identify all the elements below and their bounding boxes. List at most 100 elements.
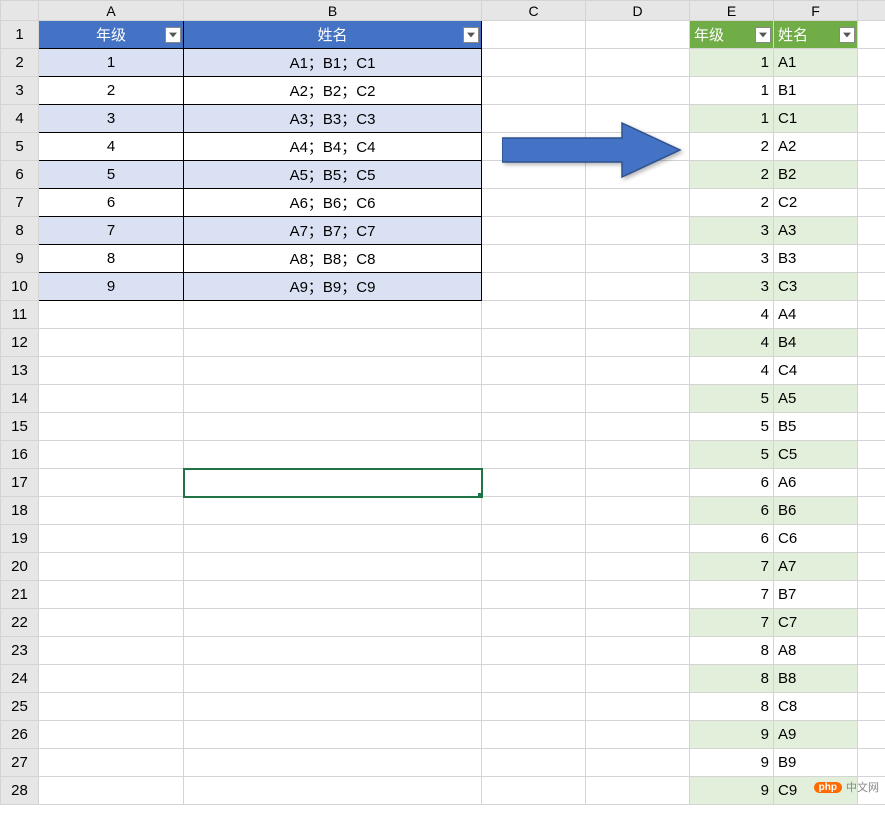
cell-B5[interactable]: A4；B4；C4 <box>184 133 482 161</box>
cell-C10[interactable] <box>482 273 586 301</box>
cell-B10[interactable]: A9；B9；C9 <box>184 273 482 301</box>
cell-D16[interactable] <box>586 441 690 469</box>
cell-A10[interactable]: 9 <box>39 273 184 301</box>
cell-F23[interactable]: A8 <box>774 637 858 665</box>
left-header-grade[interactable]: 年级 <box>39 21 184 49</box>
cell-A28[interactable] <box>39 777 184 805</box>
cell-C3[interactable] <box>482 77 586 105</box>
cell-D3[interactable] <box>586 77 690 105</box>
cell-C26[interactable] <box>482 721 586 749</box>
cell-B28[interactable] <box>184 777 482 805</box>
row-header-4[interactable]: 4 <box>1 105 39 133</box>
cell-D25[interactable] <box>586 693 690 721</box>
cell-A20[interactable] <box>39 553 184 581</box>
cell-F25[interactable]: C8 <box>774 693 858 721</box>
cell-C2[interactable] <box>482 49 586 77</box>
filter-grade-left[interactable] <box>165 27 181 43</box>
cell-G18[interactable] <box>858 497 885 525</box>
cell-C17[interactable] <box>482 469 586 497</box>
row-header-14[interactable]: 14 <box>1 385 39 413</box>
cell-A13[interactable] <box>39 357 184 385</box>
cell-G16[interactable] <box>858 441 885 469</box>
cell-D1[interactable] <box>586 21 690 49</box>
cell-G1[interactable] <box>858 21 885 49</box>
cell-D7[interactable] <box>586 189 690 217</box>
cell-A17[interactable] <box>39 469 184 497</box>
cell-E12[interactable]: 4 <box>690 329 774 357</box>
cell-A4[interactable]: 3 <box>39 105 184 133</box>
row-header-22[interactable]: 22 <box>1 609 39 637</box>
row-header-19[interactable]: 19 <box>1 525 39 553</box>
row-header-28[interactable]: 28 <box>1 777 39 805</box>
cell-F15[interactable]: B5 <box>774 413 858 441</box>
cell-E13[interactable]: 4 <box>690 357 774 385</box>
cell-D26[interactable] <box>586 721 690 749</box>
row-header-2[interactable]: 2 <box>1 49 39 77</box>
cell-F18[interactable]: B6 <box>774 497 858 525</box>
cell-A18[interactable] <box>39 497 184 525</box>
cell-D10[interactable] <box>586 273 690 301</box>
cell-G25[interactable] <box>858 693 885 721</box>
cell-D12[interactable] <box>586 329 690 357</box>
cell-G3[interactable] <box>858 77 885 105</box>
cell-G12[interactable] <box>858 329 885 357</box>
row-header-9[interactable]: 9 <box>1 245 39 273</box>
cell-B26[interactable] <box>184 721 482 749</box>
left-header-name[interactable]: 姓名 <box>184 21 482 49</box>
cell-C19[interactable] <box>482 525 586 553</box>
cell-F16[interactable]: C5 <box>774 441 858 469</box>
cell-G11[interactable] <box>858 301 885 329</box>
row-header-26[interactable]: 26 <box>1 721 39 749</box>
cell-F3[interactable]: B1 <box>774 77 858 105</box>
cell-A22[interactable] <box>39 609 184 637</box>
cell-D17[interactable] <box>586 469 690 497</box>
cell-A24[interactable] <box>39 665 184 693</box>
cell-B11[interactable] <box>184 301 482 329</box>
cell-C14[interactable] <box>482 385 586 413</box>
cell-F5[interactable]: A2 <box>774 133 858 161</box>
row-header-23[interactable]: 23 <box>1 637 39 665</box>
cell-C28[interactable] <box>482 777 586 805</box>
cell-A9[interactable]: 8 <box>39 245 184 273</box>
cell-B23[interactable] <box>184 637 482 665</box>
col-header-A[interactable]: A <box>39 1 184 21</box>
cell-B13[interactable] <box>184 357 482 385</box>
cell-E26[interactable]: 9 <box>690 721 774 749</box>
cell-C21[interactable] <box>482 581 586 609</box>
cell-G17[interactable] <box>858 469 885 497</box>
cell-D19[interactable] <box>586 525 690 553</box>
cell-A7[interactable]: 6 <box>39 189 184 217</box>
cell-B18[interactable] <box>184 497 482 525</box>
cell-C8[interactable] <box>482 217 586 245</box>
cell-A12[interactable] <box>39 329 184 357</box>
cell-A2[interactable]: 1 <box>39 49 184 77</box>
cell-D11[interactable] <box>586 301 690 329</box>
cell-D18[interactable] <box>586 497 690 525</box>
cell-F8[interactable]: A3 <box>774 217 858 245</box>
cell-F7[interactable]: C2 <box>774 189 858 217</box>
cell-B3[interactable]: A2；B2；C2 <box>184 77 482 105</box>
row-header-18[interactable]: 18 <box>1 497 39 525</box>
cell-C20[interactable] <box>482 553 586 581</box>
cell-G26[interactable] <box>858 721 885 749</box>
cell-B21[interactable] <box>184 581 482 609</box>
row-header-13[interactable]: 13 <box>1 357 39 385</box>
cell-E10[interactable]: 3 <box>690 273 774 301</box>
cell-D28[interactable] <box>586 777 690 805</box>
cell-C7[interactable] <box>482 189 586 217</box>
cell-F4[interactable]: C1 <box>774 105 858 133</box>
cell-E3[interactable]: 1 <box>690 77 774 105</box>
cell-G27[interactable] <box>858 749 885 777</box>
row-header-3[interactable]: 3 <box>1 77 39 105</box>
cell-F2[interactable]: A1 <box>774 49 858 77</box>
cell-F20[interactable]: A7 <box>774 553 858 581</box>
cell-E22[interactable]: 7 <box>690 609 774 637</box>
cell-A6[interactable]: 5 <box>39 161 184 189</box>
cell-E24[interactable]: 8 <box>690 665 774 693</box>
row-header-27[interactable]: 27 <box>1 749 39 777</box>
cell-E19[interactable]: 6 <box>690 525 774 553</box>
cell-B7[interactable]: A6；B6；C6 <box>184 189 482 217</box>
cell-A27[interactable] <box>39 749 184 777</box>
cell-C1[interactable] <box>482 21 586 49</box>
cell-G21[interactable] <box>858 581 885 609</box>
